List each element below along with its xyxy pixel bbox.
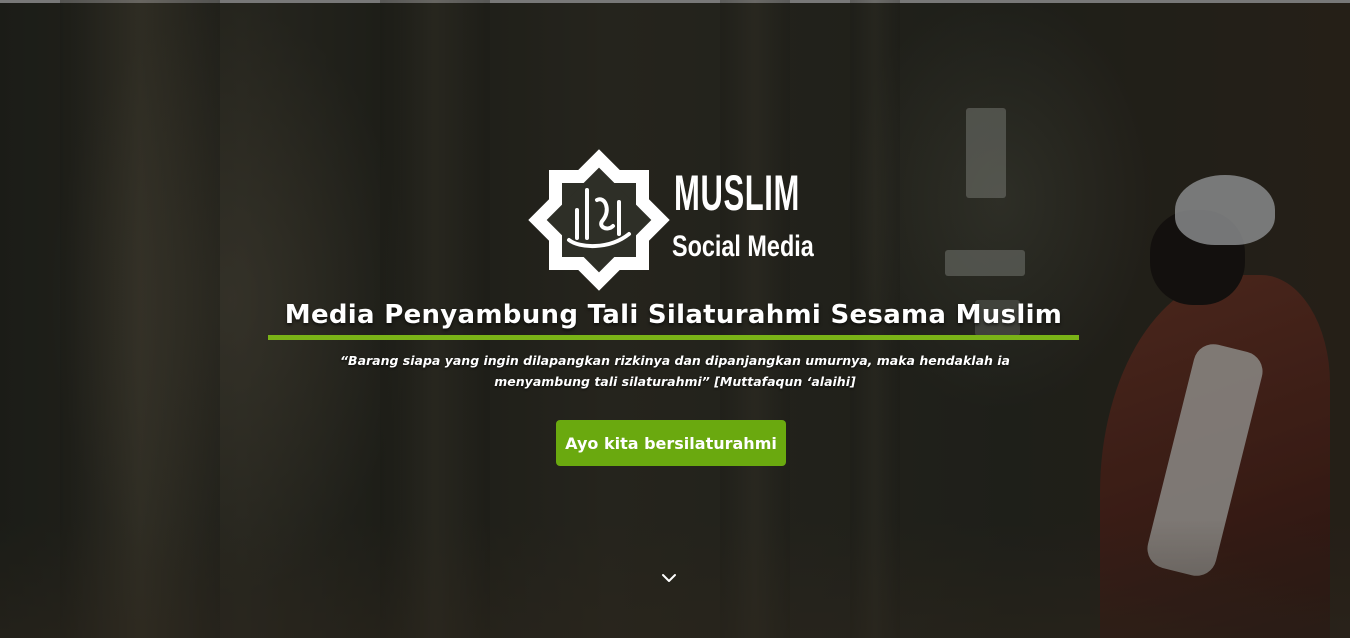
cta-button[interactable]: Ayo kita bersilaturahmi (556, 420, 786, 466)
site-logo[interactable]: MUSLIM Social Media (528, 148, 828, 293)
logo-word-social-media: Social Media (672, 230, 814, 263)
logo-word-muslim: MUSLIM (674, 165, 800, 221)
hero-section: MUSLIM Social Media Media Penyambung Tal… (0, 0, 1350, 638)
star-emblem-icon (528, 149, 670, 291)
scroll-down-button[interactable] (660, 570, 678, 586)
chevron-down-icon (662, 574, 676, 582)
hero-quote: “Barang siapa yang ingin dilapangkan riz… (340, 353, 1010, 389)
hero-headline: Media Penyambung Tali Silaturahmi Sesama… (284, 300, 1063, 330)
headline-underline (268, 335, 1079, 340)
